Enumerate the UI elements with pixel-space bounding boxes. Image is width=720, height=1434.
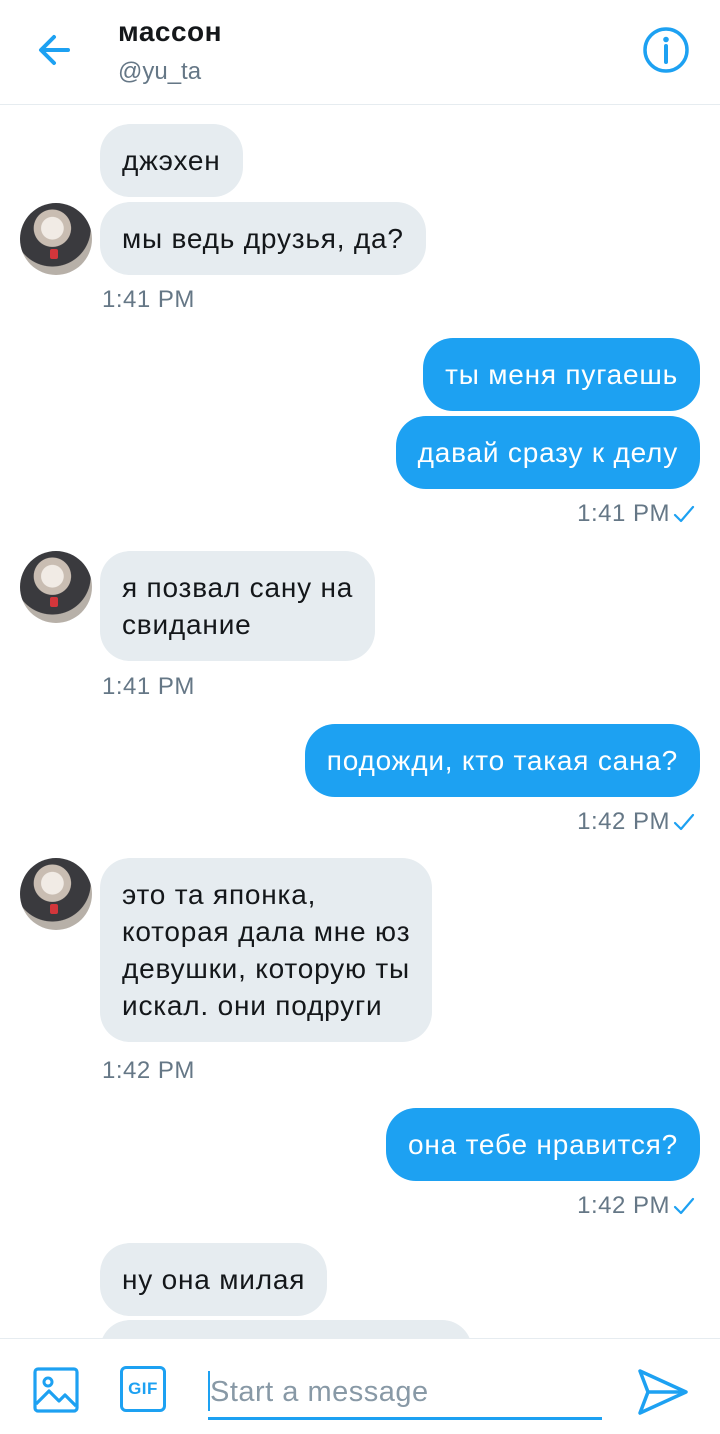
message-line: я позвал сану на	[122, 572, 354, 603]
message-timestamp: 1:42 PM	[577, 1192, 670, 1219]
message-composer: GIF	[0, 1338, 720, 1434]
checkmark-icon	[673, 813, 695, 831]
info-button[interactable]	[640, 24, 692, 76]
image-icon	[33, 1367, 79, 1413]
checkmark-icon	[673, 1197, 695, 1215]
message-text: джэхен	[122, 145, 221, 176]
dm-conversation-screen: массон @yu_ta джэхен мы ведь друзья, да?…	[0, 0, 720, 1434]
message-timestamp-row: 1:41 PM	[577, 500, 696, 528]
outgoing-message[interactable]: давай сразу к делу	[395, 416, 700, 489]
message-input[interactable]	[208, 1367, 602, 1420]
message-timestamp-row: 1:42 PM	[577, 1192, 696, 1220]
avatar[interactable]	[20, 203, 92, 275]
avatar[interactable]	[20, 551, 92, 623]
add-image-button[interactable]	[32, 1366, 80, 1414]
message-text: подожди, кто такая сана?	[326, 745, 678, 776]
outgoing-message[interactable]: ты меня пугаешь	[423, 338, 700, 411]
message-timestamp: 1:41 PM	[102, 286, 195, 313]
incoming-message[interactable]: это та японка, которая дала мне юз девуш…	[100, 858, 433, 1042]
message-text: давай сразу к делу	[417, 437, 678, 468]
send-button[interactable]	[634, 1363, 692, 1421]
incoming-message[interactable]: я позвал сану на свидание	[100, 551, 376, 661]
incoming-message[interactable]: ну она милая	[100, 1243, 328, 1316]
checkmark-icon	[673, 505, 695, 523]
message-text: мы ведь друзья, да?	[122, 223, 404, 254]
incoming-message[interactable]: мы ведь друзья, да?	[100, 202, 426, 275]
incoming-message[interactable]: джэхен	[100, 124, 243, 197]
message-line: это та японка,	[122, 879, 317, 910]
text-cursor	[208, 1371, 210, 1411]
message-line: искал. они подруги	[122, 990, 383, 1021]
message-line: свидание	[122, 609, 252, 640]
message-line: девушки, которую ты	[122, 953, 410, 984]
arrow-left-icon	[39, 35, 70, 65]
back-button[interactable]	[30, 26, 78, 74]
message-text: она тебе нравится?	[408, 1129, 678, 1160]
avatar[interactable]	[20, 858, 92, 930]
message-line: которая дала мне юз	[122, 916, 411, 947]
gif-label: GIF	[128, 1379, 158, 1398]
message-timestamp: 1:42 PM	[577, 808, 670, 835]
message-timestamp-row: 1:42 PM	[577, 808, 696, 836]
send-icon	[638, 1369, 688, 1415]
message-timestamp: 1:42 PM	[102, 1057, 195, 1084]
message-timestamp: 1:41 PM	[102, 673, 195, 700]
message-text: ты меня пугаешь	[445, 359, 678, 390]
add-gif-button[interactable]: GIF	[120, 1366, 166, 1412]
conversation-header: массон @yu_ta	[0, 0, 720, 105]
conversation-name: массон	[118, 16, 223, 47]
conversation-handle: @yu_ta	[118, 58, 202, 85]
info-icon	[643, 27, 689, 73]
outgoing-message[interactable]: подожди, кто такая сана?	[304, 724, 700, 797]
outgoing-message[interactable]: она тебе нравится?	[386, 1108, 700, 1181]
message-text: ну она милая	[122, 1264, 306, 1295]
message-timestamp: 1:41 PM	[577, 500, 670, 527]
